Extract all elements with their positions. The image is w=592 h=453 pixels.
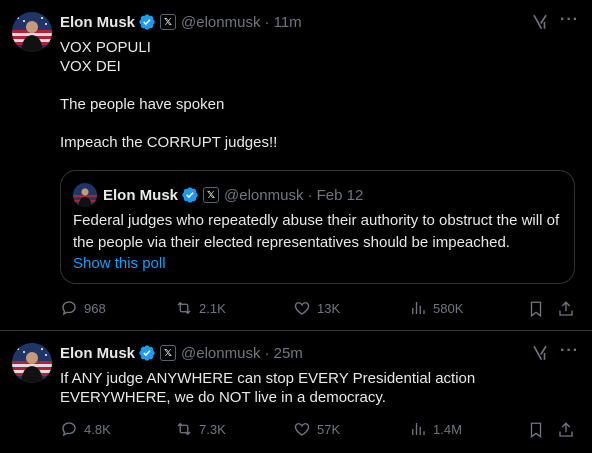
share-icon: [559, 422, 573, 437]
like-button[interactable]: 57K: [293, 420, 340, 438]
reply-count: 4.8K: [84, 421, 111, 437]
x-affiliate-badge-icon: 𝕏: [160, 345, 177, 361]
views-button[interactable]: 1.4M: [409, 420, 462, 438]
quoted-avatar[interactable]: [73, 183, 97, 207]
repost-icon: [177, 301, 191, 315]
quoted-header: Elon Musk 𝕏 @elonmusk · Feb 12: [103, 183, 363, 207]
author-handle[interactable]: @elonmusk: [181, 14, 260, 31]
more-options-icon[interactable]: ···: [560, 11, 579, 29]
tweet-time[interactable]: · 25m: [264, 345, 302, 362]
author-name[interactable]: Elon Musk: [60, 345, 135, 362]
tweet-header: Elon Musk 𝕏 @elonmusk · 11m: [60, 12, 302, 32]
show-poll-link[interactable]: Show this poll: [73, 255, 166, 272]
grok-icon[interactable]: [531, 13, 549, 31]
grok-icon[interactable]: [531, 344, 549, 362]
reply-button[interactable]: 4.8K: [60, 420, 111, 438]
verified-badge-icon: [139, 345, 155, 361]
repost-count: 2.1K: [199, 300, 226, 316]
repost-icon: [177, 422, 191, 436]
tweet[interactable]: Elon Musk 𝕏 @elonmusk · 11m ··· VOX POPU…: [0, 0, 592, 330]
verified-badge-icon: [182, 187, 198, 203]
like-count: 57K: [317, 421, 341, 437]
more-options-icon[interactable]: ···: [560, 342, 579, 360]
avatar[interactable]: [12, 12, 52, 52]
tweet-time[interactable]: · 11m: [264, 14, 301, 31]
heart-icon: [294, 302, 310, 315]
avatar[interactable]: [12, 343, 52, 383]
quoted-author-handle[interactable]: @elonmusk: [224, 187, 303, 204]
tweet-text: If ANY judge ANYWHERE can stop EVERY Pre…: [60, 370, 476, 406]
reply-button[interactable]: 968: [60, 299, 106, 317]
reply-count: 968: [84, 300, 106, 316]
reply-icon: [62, 422, 76, 437]
x-affiliate-badge-icon: 𝕏: [160, 14, 177, 30]
tweet-text: VOX POPULI VOX DEI The people have spoke…: [60, 39, 278, 151]
bookmark-icon: [530, 301, 542, 318]
share-icon: [559, 301, 573, 316]
bookmark-icon: [530, 422, 542, 439]
views-chart-icon: [412, 302, 425, 314]
reply-icon: [62, 301, 76, 316]
quoted-tweet-text: Federal judges who repeatedly abuse thei…: [73, 212, 560, 251]
repost-button[interactable]: 7.3K: [175, 420, 226, 438]
repost-button[interactable]: 2.1K: [175, 299, 226, 317]
like-button[interactable]: 13K: [293, 299, 340, 317]
share-button[interactable]: [557, 421, 575, 439]
repost-count: 7.3K: [199, 421, 226, 437]
tweet[interactable]: Elon Musk 𝕏 @elonmusk · 25m ··· If ANY j…: [0, 331, 592, 453]
tweet-header: Elon Musk 𝕏 @elonmusk · 25m: [60, 343, 303, 363]
tweet-actions: 968 2.1K 13K 580K: [60, 299, 580, 319]
like-count: 13K: [317, 300, 341, 316]
tweet-actions: 4.8K 7.3K 57K 1.4M: [60, 420, 580, 440]
quoted-author-name[interactable]: Elon Musk: [103, 187, 178, 204]
views-count: 1.4M: [433, 421, 462, 437]
views-count: 580K: [433, 300, 464, 316]
x-affiliate-badge-icon: 𝕏: [203, 187, 220, 203]
views-chart-icon: [412, 423, 425, 435]
quoted-tweet[interactable]: Elon Musk 𝕏 @elonmusk · Feb 12 Federal j…: [60, 170, 575, 284]
bookmark-button[interactable]: [527, 300, 545, 318]
heart-icon: [294, 423, 310, 436]
author-name[interactable]: Elon Musk: [60, 14, 135, 31]
views-button[interactable]: 580K: [409, 299, 463, 317]
quoted-tweet-time[interactable]: · Feb 12: [307, 187, 363, 204]
share-button[interactable]: [557, 300, 575, 318]
bookmark-button[interactable]: [527, 421, 545, 439]
verified-badge-icon: [139, 14, 155, 30]
author-handle[interactable]: @elonmusk: [181, 345, 260, 362]
